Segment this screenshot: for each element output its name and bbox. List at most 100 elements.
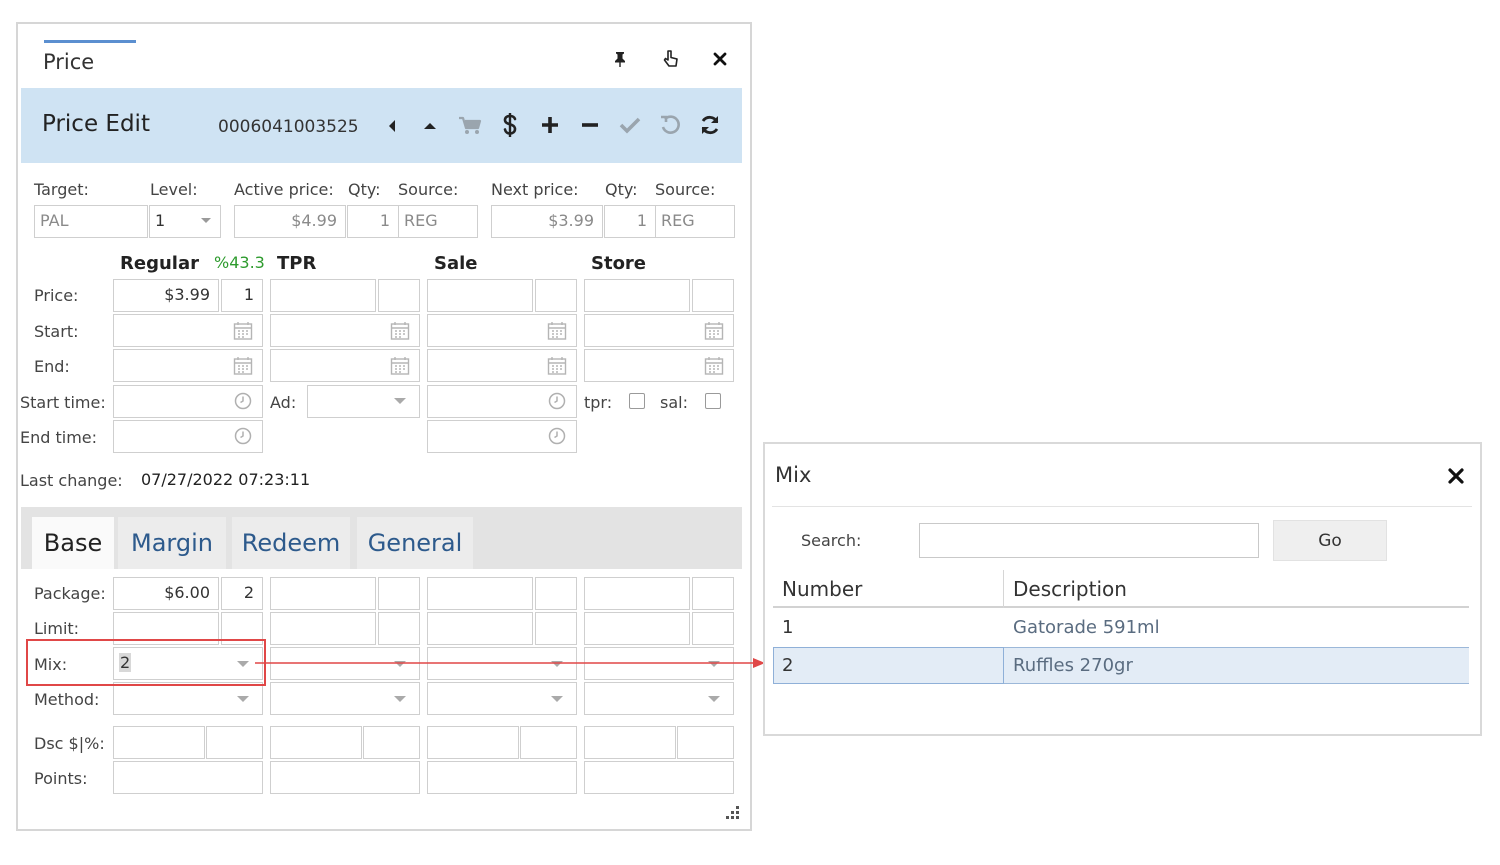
regular-qty-field[interactable]: 1	[221, 279, 263, 312]
calendar-icon[interactable]	[232, 355, 254, 377]
store-price-field[interactable]	[584, 279, 690, 312]
tpr-column-header: TPR	[277, 253, 317, 274]
sale-points[interactable]	[427, 761, 577, 794]
go-button[interactable]: Go	[1273, 520, 1387, 561]
active-price-label: Active price:	[234, 180, 334, 199]
tpr-package-price[interactable]	[270, 577, 376, 610]
calendar-icon[interactable]	[389, 355, 411, 377]
calendar-icon[interactable]	[546, 320, 568, 342]
tpr-limit[interactable]	[270, 612, 376, 645]
store-method-select[interactable]	[584, 682, 734, 715]
next-source-label: Source:	[655, 180, 716, 199]
tab-margin[interactable]: Margin	[118, 517, 226, 569]
undo-icon[interactable]	[656, 111, 684, 139]
level-value: 1	[155, 211, 166, 230]
resize-grip-icon[interactable]	[722, 802, 742, 822]
table-row-selected[interactable]: 2 Ruffles 270gr	[773, 647, 1469, 684]
regular-price-field[interactable]: $3.99	[113, 279, 219, 312]
calendar-icon[interactable]	[389, 320, 411, 342]
plus-icon[interactable]	[536, 111, 564, 139]
tab-base[interactable]: Base	[32, 517, 114, 569]
regular-discount-amount[interactable]	[113, 726, 205, 759]
store-package-price[interactable]	[584, 577, 690, 610]
margin-percent: %43.3	[214, 253, 265, 272]
price-row-label: Price:	[34, 286, 79, 305]
start-time-row-label: Start time:	[20, 393, 106, 412]
calendar-icon[interactable]	[232, 320, 254, 342]
caret-left-icon[interactable]	[380, 113, 404, 139]
tab-redeem[interactable]: Redeem	[232, 517, 350, 569]
start-row-label: Start:	[34, 322, 79, 341]
active-price-field: $4.99	[234, 205, 346, 238]
close-icon[interactable]	[1445, 465, 1467, 487]
regular-package-qty[interactable]: 2	[221, 577, 263, 610]
refresh-icon[interactable]	[696, 111, 724, 139]
tpr-method-select[interactable]	[270, 682, 420, 715]
tpr-discount-percent[interactable]	[363, 726, 420, 759]
dsc-label: Dsc $|%:	[34, 734, 105, 753]
active-source-field: REG	[398, 205, 478, 238]
last-change-label: Last change:	[20, 471, 123, 490]
column-header-description[interactable]: Description	[1013, 577, 1127, 601]
store-points[interactable]	[584, 761, 734, 794]
level-select[interactable]: 1	[149, 205, 221, 238]
clock-icon[interactable]	[547, 426, 567, 446]
tpr-discount-amount[interactable]	[270, 726, 362, 759]
store-limit-qty[interactable]	[692, 612, 734, 645]
clock-icon[interactable]	[233, 426, 253, 446]
clock-icon[interactable]	[233, 391, 253, 411]
calendar-icon[interactable]	[546, 355, 568, 377]
sale-package-price[interactable]	[427, 577, 533, 610]
pointer-icon[interactable]	[660, 48, 682, 70]
tab-general[interactable]: General	[357, 517, 473, 569]
calendar-icon[interactable]	[703, 320, 725, 342]
column-header-number[interactable]: Number	[782, 577, 862, 601]
minus-icon[interactable]	[576, 111, 604, 139]
regular-method-select[interactable]	[113, 682, 263, 715]
sale-package-qty[interactable]	[535, 577, 577, 610]
pin-icon[interactable]	[610, 49, 630, 69]
sale-price-field[interactable]	[427, 279, 533, 312]
store-discount-percent[interactable]	[677, 726, 734, 759]
next-price-label: Next price:	[491, 180, 579, 199]
sal-checkbox[interactable]	[705, 393, 721, 409]
chevron-down-icon	[707, 695, 721, 703]
sal-checkbox-label: sal:	[660, 393, 688, 412]
tpr-price-field[interactable]	[270, 279, 376, 312]
sale-discount-amount[interactable]	[427, 726, 519, 759]
store-limit[interactable]	[584, 612, 690, 645]
row-number: 1	[782, 617, 794, 638]
clock-icon[interactable]	[547, 391, 567, 411]
cart-icon[interactable]	[456, 112, 484, 140]
tpr-checkbox[interactable]	[629, 393, 645, 409]
sale-qty-field[interactable]	[535, 279, 577, 312]
dollar-icon[interactable]	[496, 110, 524, 140]
store-qty-field[interactable]	[692, 279, 734, 312]
ad-select[interactable]	[307, 385, 420, 418]
caret-up-icon[interactable]	[418, 113, 442, 139]
sale-method-select[interactable]	[427, 682, 577, 715]
regular-column-header: Regular	[120, 253, 199, 274]
tpr-limit-qty[interactable]	[378, 612, 420, 645]
tpr-qty-field[interactable]	[378, 279, 420, 312]
calendar-icon[interactable]	[703, 355, 725, 377]
row-description: Ruffles 270gr	[1013, 655, 1133, 676]
ad-label: Ad:	[270, 393, 297, 412]
sale-limit-qty[interactable]	[535, 612, 577, 645]
close-icon[interactable]	[710, 49, 730, 69]
check-icon[interactable]	[616, 111, 644, 139]
upc-code: 0006041003525	[218, 117, 359, 137]
table-row[interactable]: 1 Gatorade 591ml	[773, 610, 1469, 647]
next-source-field: REG	[655, 205, 735, 238]
tpr-package-qty[interactable]	[378, 577, 420, 610]
sale-discount-percent[interactable]	[520, 726, 577, 759]
tpr-points[interactable]	[270, 761, 420, 794]
regular-discount-percent[interactable]	[206, 726, 263, 759]
title-tab-underline	[44, 40, 136, 43]
regular-package-price[interactable]: $6.00	[113, 577, 219, 610]
regular-points[interactable]	[113, 761, 263, 794]
store-package-qty[interactable]	[692, 577, 734, 610]
store-discount-amount[interactable]	[584, 726, 676, 759]
search-input[interactable]	[919, 523, 1259, 558]
sale-limit[interactable]	[427, 612, 533, 645]
